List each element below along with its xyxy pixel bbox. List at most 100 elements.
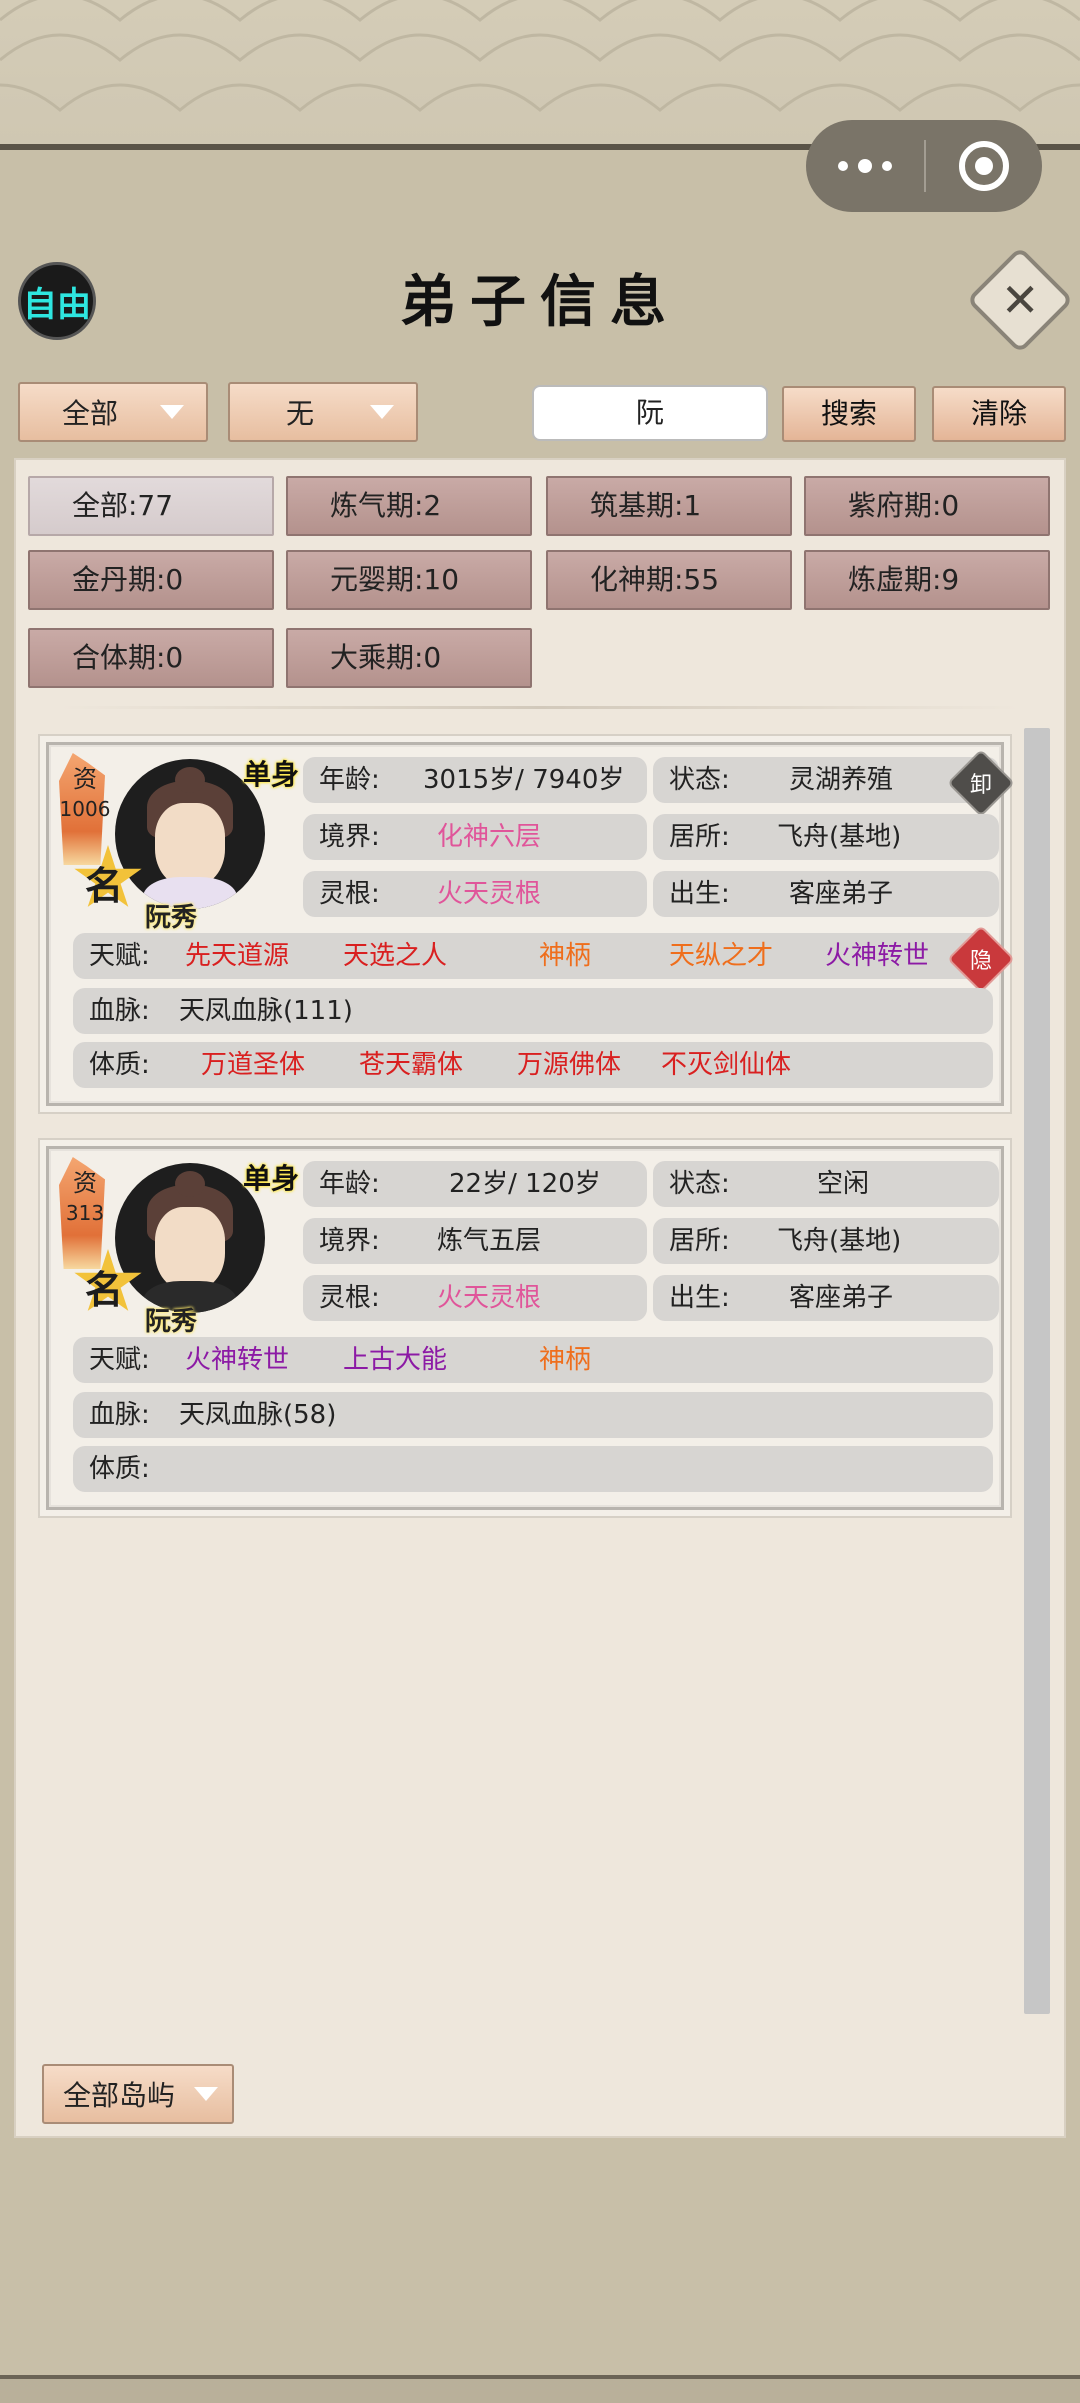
marital-status: 单身 — [243, 1162, 300, 1195]
dropdown-label: 全部 — [61, 397, 118, 430]
close-button[interactable]: ✕ — [966, 246, 1074, 354]
field-label: 状态: — [669, 765, 730, 795]
field-label: 体质: — [89, 1050, 150, 1080]
field-value: 22岁/ 120岁 — [449, 1169, 601, 1199]
category-lianxu[interactable]: 炼虚期:9 — [804, 550, 1050, 610]
field-label: 血脉: — [89, 1400, 150, 1430]
category-yuanying[interactable]: 元婴期:10 — [286, 550, 532, 610]
aptitude-label: 资 — [73, 1169, 97, 1197]
field-label: 境界: — [319, 1226, 380, 1256]
category-jindan[interactable]: 金丹期:0 — [28, 550, 274, 610]
talent-item: 神柄 — [539, 1345, 592, 1375]
field-label: 血脉: — [89, 996, 150, 1026]
category-all[interactable]: 全部:77 — [28, 476, 274, 536]
dropdown-label: 无 — [285, 397, 314, 430]
birth-field: 出生: 客座弟子 — [653, 871, 999, 917]
category-lianqi[interactable]: 炼气期:2 — [286, 476, 532, 536]
island-filter-dropdown[interactable]: 全部岛屿 — [42, 2064, 234, 2124]
field-value: 客座弟子 — [789, 879, 894, 909]
field-value: 灵湖养殖 — [789, 765, 894, 795]
category-zifu[interactable]: 紫府期:0 — [804, 476, 1050, 536]
physique-field: 体质: 万道圣体 苍天霸体 万源佛体 不灭剑仙体 — [73, 1042, 993, 1088]
residence-field: 居所: 飞舟(基地) — [653, 1218, 999, 1264]
talent-item: 火神转世 — [185, 1345, 290, 1375]
aptitude-label: 资 — [73, 765, 97, 793]
disciple-card[interactable]: 资 313 名 单身 阮秀 年龄: 22岁/ 120岁 状态: 空闲 境界: 炼… — [38, 1138, 1012, 1518]
tag-label: 卸 — [969, 772, 992, 798]
field-label: 体质: — [89, 1454, 150, 1484]
field-value: 火天灵根 — [437, 879, 542, 909]
chevron-down-icon — [160, 405, 184, 419]
dropdown-label: 全部岛屿 — [62, 2079, 175, 2112]
category-dacheng[interactable]: 大乘期:0 — [286, 628, 532, 688]
field-value: 火天灵根 — [437, 1283, 542, 1313]
status-field: 状态: 空闲 — [653, 1161, 999, 1207]
talent-item: 先天道源 — [185, 941, 290, 971]
talent-item: 火神转世 — [825, 941, 930, 971]
spirit-root-field: 灵根: 火天灵根 — [303, 871, 647, 917]
talent-item: 神柄 — [539, 941, 592, 971]
page-title: 弟子信息 — [400, 269, 680, 335]
field-value: 化神六层 — [437, 822, 542, 852]
field-label: 天赋: — [89, 1345, 150, 1375]
field-label: 灵根: — [319, 1283, 380, 1313]
field-label: 灵根: — [319, 879, 380, 909]
realm-field: 境界: 炼气五层 — [303, 1218, 647, 1264]
avatar[interactable]: 资 313 名 单身 阮秀 — [59, 1157, 299, 1341]
scrollbar[interactable] — [1024, 728, 1050, 2014]
physique-item: 万源佛体 — [517, 1050, 622, 1080]
field-value: 3015岁/ 7940岁 — [423, 765, 625, 795]
status-field: 状态: 灵湖养殖 — [653, 757, 999, 803]
realm-field: 境界: 化神六层 — [303, 814, 647, 860]
field-value: 飞舟(基地) — [777, 1226, 902, 1256]
search-input[interactable]: 阮 — [532, 385, 768, 441]
physique-field: 体质: — [73, 1446, 993, 1492]
category-heti[interactable]: 合体期:0 — [28, 628, 274, 688]
field-label: 年龄: — [319, 1169, 380, 1199]
tag-label: 隐 — [969, 948, 992, 974]
field-value: 客座弟子 — [789, 1283, 894, 1313]
field-value: 天凤血脉(58) — [179, 1400, 337, 1430]
field-value: 空闲 — [817, 1169, 870, 1199]
fame-mark: 名 — [85, 1267, 124, 1312]
free-mode-badge[interactable]: 自由 — [18, 262, 96, 340]
record-icon[interactable] — [926, 120, 1042, 212]
disciple-name: 阮秀 — [145, 903, 198, 933]
bloodline-field: 血脉: 天凤血脉(111) — [73, 988, 993, 1034]
bottom-decoration — [0, 2375, 1080, 2403]
category-huashen[interactable]: 化神期:55 — [546, 550, 792, 610]
field-label: 年龄: — [319, 765, 380, 795]
category-zhuji[interactable]: 筑基期:1 — [546, 476, 792, 536]
talent-item: 天纵之才 — [669, 941, 774, 971]
disciple-name: 阮秀 — [145, 1307, 198, 1337]
filter-dropdown-scope[interactable]: 全部 — [18, 382, 208, 442]
field-value: 炼气五层 — [437, 1226, 542, 1256]
field-label: 出生: — [669, 879, 730, 909]
spirit-root-field: 灵根: 火天灵根 — [303, 1275, 647, 1321]
field-value: 飞舟(基地) — [777, 822, 902, 852]
chevron-down-icon — [194, 2087, 218, 2101]
age-field: 年龄: 22岁/ 120岁 — [303, 1161, 647, 1207]
aptitude-value: 1006 — [59, 797, 111, 821]
residence-field: 居所: 飞舟(基地) — [653, 814, 999, 860]
close-icon: ✕ — [1000, 272, 1040, 327]
physique-item: 不灭剑仙体 — [661, 1050, 792, 1080]
miniprogram-capsule — [806, 120, 1042, 212]
divider — [60, 706, 1020, 709]
field-label: 居所: — [669, 822, 730, 852]
birth-field: 出生: 客座弟子 — [653, 1275, 999, 1321]
field-value: 天凤血脉(111) — [179, 996, 353, 1026]
bloodline-field: 血脉: 天凤血脉(58) — [73, 1392, 993, 1438]
talent-item: 天选之人 — [343, 941, 448, 971]
search-button[interactable]: 搜索 — [782, 386, 916, 442]
filter-dropdown-type[interactable]: 无 — [228, 382, 418, 442]
field-label: 天赋: — [89, 941, 150, 971]
fame-mark: 名 — [85, 863, 124, 908]
clear-button[interactable]: 清除 — [932, 386, 1066, 442]
field-label: 境界: — [319, 822, 380, 852]
disciple-card[interactable]: 资 1006 名 单身 阮秀 年龄: 3015岁/ 7940岁 状态: 灵湖养殖… — [38, 734, 1015, 1114]
age-field: 年龄: 3015岁/ 7940岁 — [303, 757, 647, 803]
more-icon[interactable] — [806, 120, 924, 212]
field-label: 出生: — [669, 1283, 730, 1313]
avatar[interactable]: 资 1006 名 单身 阮秀 — [59, 753, 299, 937]
